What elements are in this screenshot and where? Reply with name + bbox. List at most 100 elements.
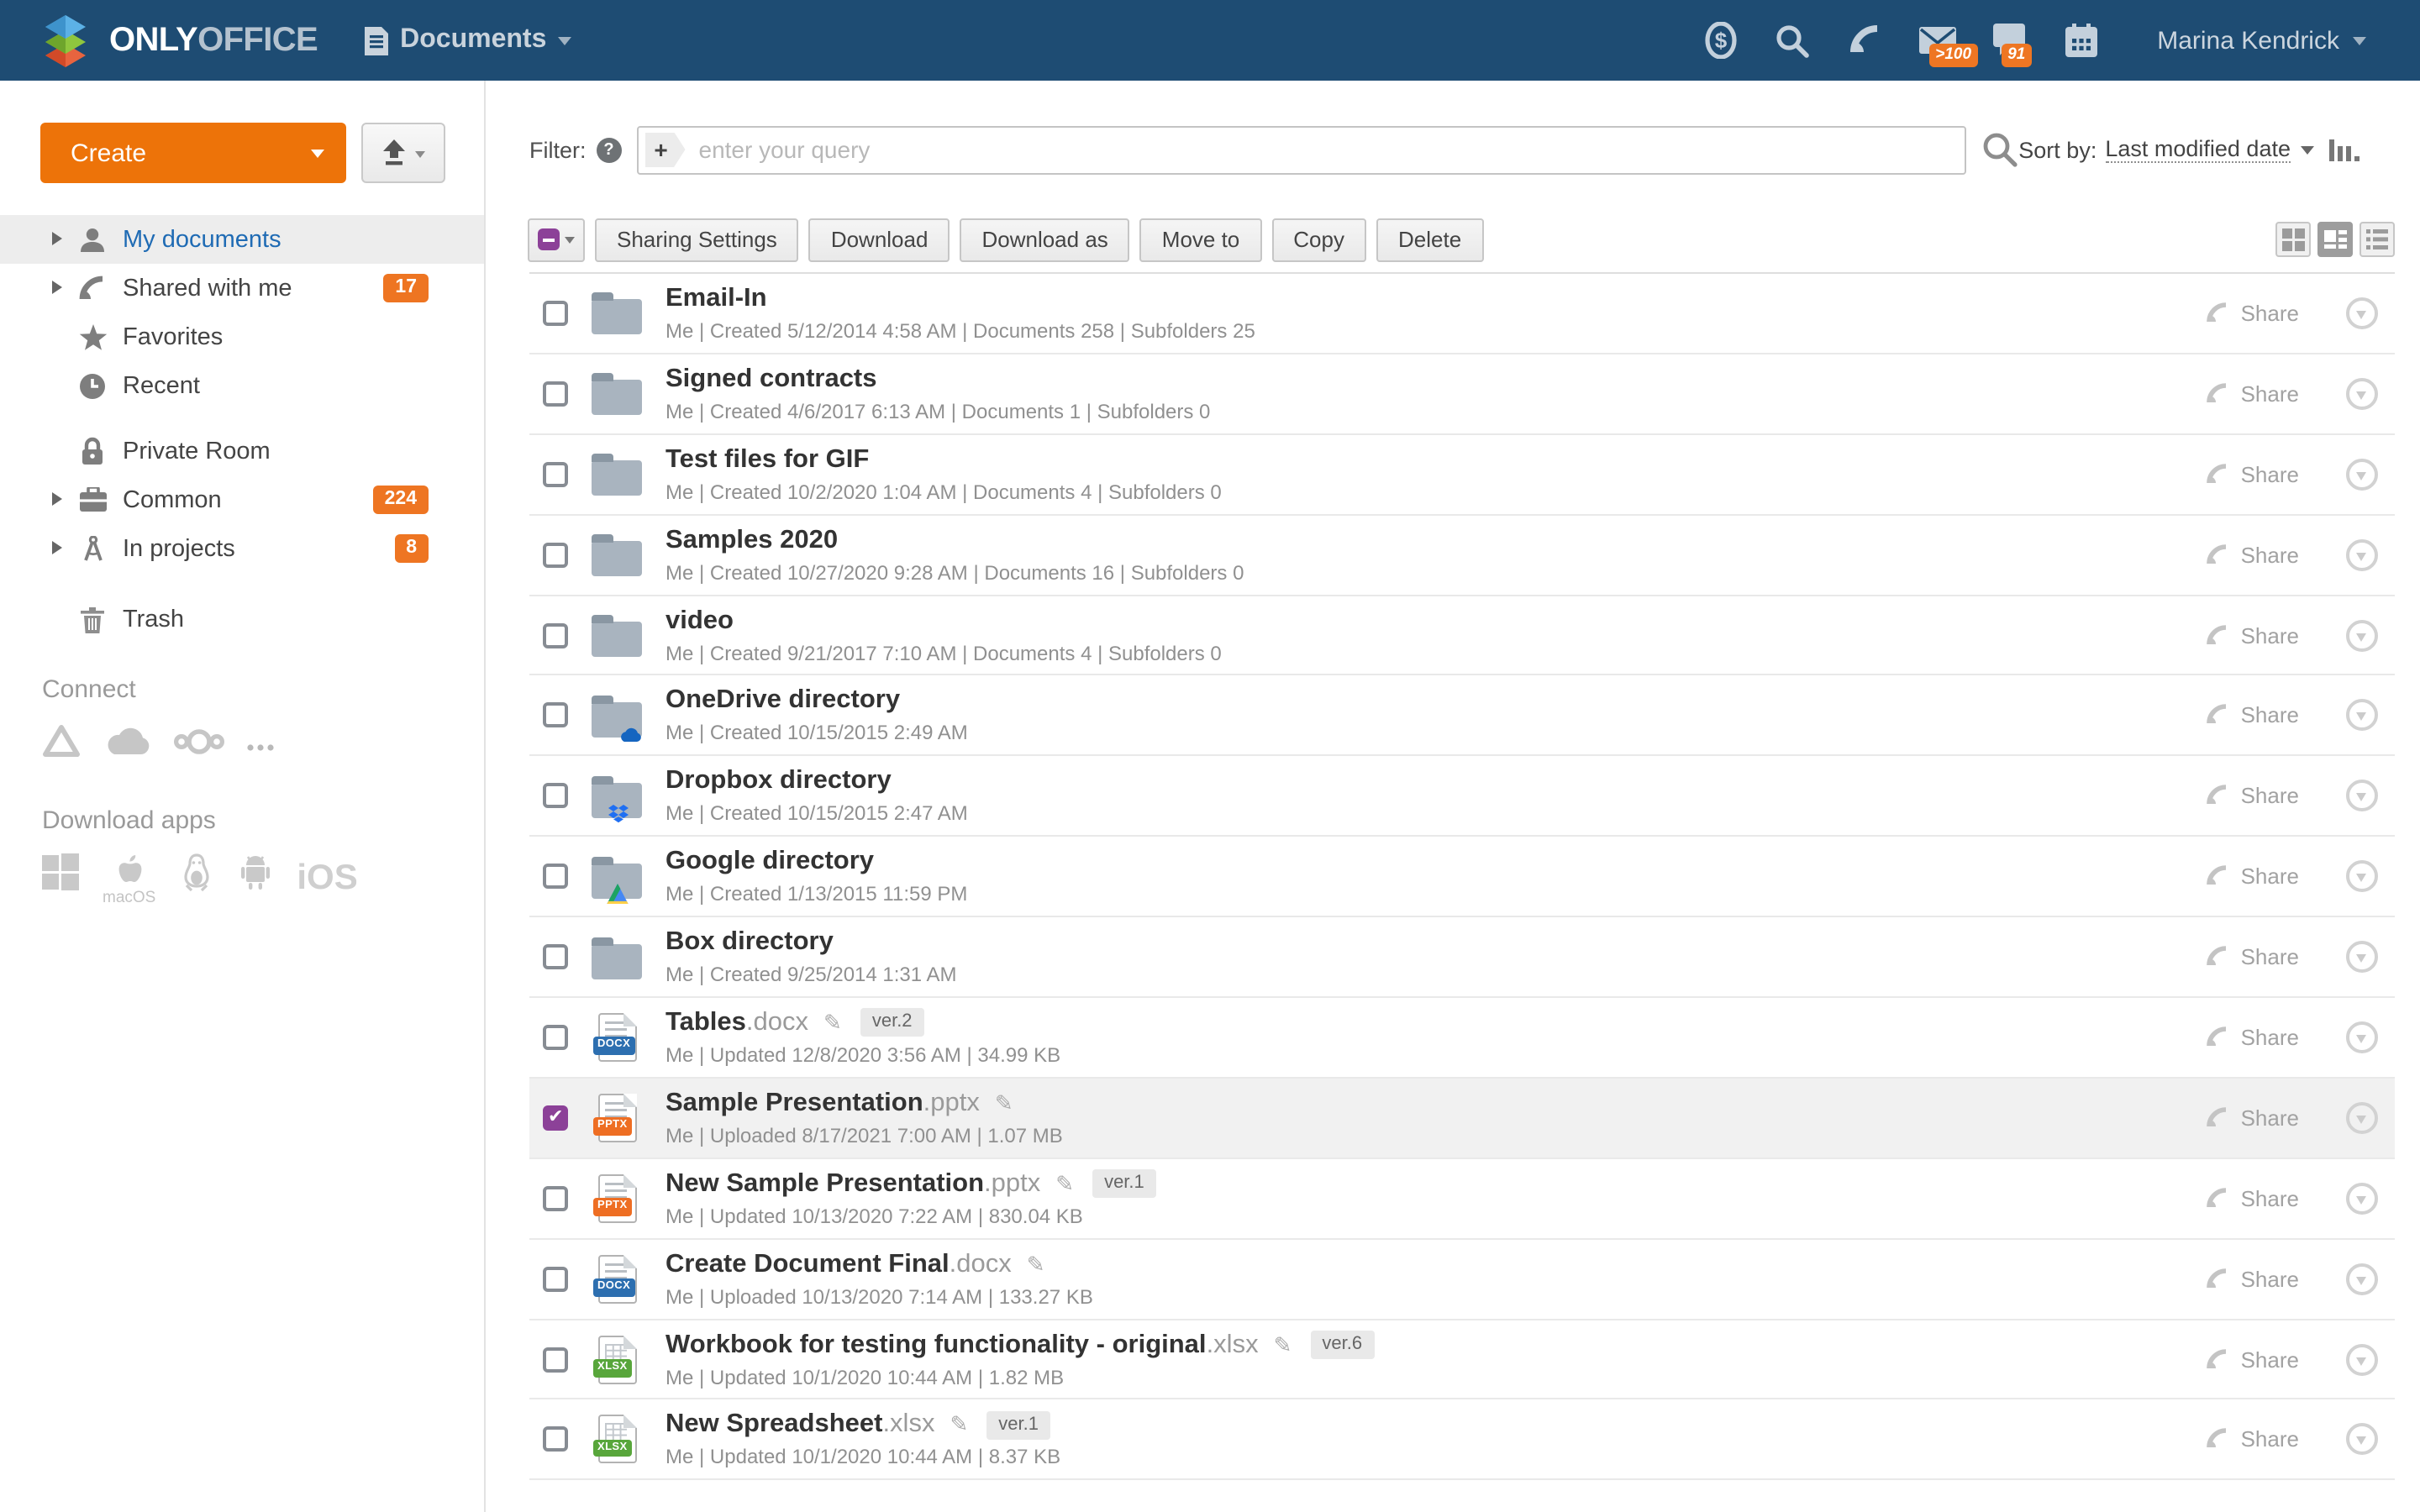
item-name[interactable]: Tables xyxy=(666,1008,746,1038)
upload-button[interactable] xyxy=(361,123,445,183)
calendar-icon[interactable] xyxy=(2063,22,2100,59)
file-row-sample-presentation[interactable]: PPTX Sample Presentation.pptx ✎ Me | Upl… xyxy=(529,1079,2395,1159)
row-menu-button[interactable] xyxy=(2346,297,2378,329)
folder-row-test-files-for-gif[interactable]: Test files for GIF Me | Created 10/2/202… xyxy=(529,435,2395,516)
item-name[interactable]: Create Document Final xyxy=(666,1249,950,1279)
user-menu[interactable]: Marina Kendrick xyxy=(2157,26,2366,55)
item-name[interactable]: Samples 2020 xyxy=(666,525,838,555)
share-button[interactable]: Share xyxy=(2207,461,2299,486)
search-icon[interactable] xyxy=(1981,131,2018,168)
create-button[interactable]: Create xyxy=(40,123,346,183)
row-checkbox[interactable] xyxy=(543,381,568,407)
share-button[interactable]: Share xyxy=(2207,1427,2299,1452)
file-row-create-document-final[interactable]: DOCX Create Document Final.docx ✎ Me | U… xyxy=(529,1239,2395,1320)
mail-icon[interactable]: >100 xyxy=(1918,22,1955,59)
item-name[interactable]: Box directory xyxy=(666,927,834,958)
version-badge[interactable]: ver.2 xyxy=(860,1009,924,1037)
item-name[interactable]: Sample Presentation xyxy=(666,1089,923,1119)
row-checkbox[interactable] xyxy=(543,1105,568,1131)
row-checkbox[interactable] xyxy=(543,461,568,486)
row-menu-button[interactable] xyxy=(2346,1263,2378,1294)
payments-icon[interactable]: $ xyxy=(1702,22,1739,59)
share-button[interactable]: Share xyxy=(2207,944,2299,969)
version-badge[interactable]: ver.1 xyxy=(1092,1169,1156,1198)
row-menu-button[interactable] xyxy=(2346,458,2378,490)
android-icon[interactable] xyxy=(236,853,273,890)
rename-icon[interactable]: ✎ xyxy=(950,1412,968,1439)
folder-row-dropbox-directory[interactable]: Dropbox directory Me | Created 10/15/201… xyxy=(529,757,2395,837)
item-name[interactable]: New Sample Presentation xyxy=(666,1168,984,1199)
feed-icon[interactable] xyxy=(1846,22,1883,59)
row-menu-button[interactable] xyxy=(2346,619,2378,651)
row-menu-button[interactable] xyxy=(2346,860,2378,892)
sort-value[interactable]: Last modified date xyxy=(2105,136,2291,163)
google-drive-icon[interactable] xyxy=(42,724,81,766)
row-menu-button[interactable] xyxy=(2346,780,2378,812)
chat-icon[interactable]: 91 xyxy=(1991,22,2028,59)
sidebar-item-recent[interactable]: Recent xyxy=(0,361,484,410)
share-button[interactable]: Share xyxy=(2207,301,2299,326)
item-name[interactable]: Signed contracts xyxy=(666,365,877,395)
row-menu-button[interactable] xyxy=(2346,538,2378,570)
share-button[interactable]: Share xyxy=(2207,1185,2299,1210)
onlyoffice-logo[interactable]: ONLYOFFICE xyxy=(37,14,318,66)
row-checkbox[interactable] xyxy=(543,1185,568,1210)
sidebar-item-trash[interactable]: Trash xyxy=(0,595,484,643)
nextcloud-icon[interactable] xyxy=(173,727,225,764)
select-all-button[interactable] xyxy=(528,218,585,261)
windows-icon[interactable] xyxy=(42,853,79,890)
file-row-new-sample-presentation[interactable]: PPTX New Sample Presentation.pptx ✎ ver.… xyxy=(529,1159,2395,1240)
row-menu-button[interactable] xyxy=(2346,1182,2378,1214)
view-thumbnails-button[interactable] xyxy=(2275,222,2311,257)
item-name[interactable]: video xyxy=(666,606,734,636)
rename-icon[interactable]: ✎ xyxy=(823,1010,842,1037)
toolbar-sharing-settings-button[interactable]: Sharing Settings xyxy=(595,218,799,261)
row-checkbox[interactable] xyxy=(543,784,568,809)
module-switcher[interactable]: Documents xyxy=(365,25,571,55)
share-button[interactable]: Share xyxy=(2207,1347,2299,1372)
share-button[interactable]: Share xyxy=(2207,1105,2299,1131)
row-menu-button[interactable] xyxy=(2346,1102,2378,1134)
sidebar-item-my-documents[interactable]: My documents xyxy=(0,215,484,264)
version-badge[interactable]: ver.6 xyxy=(1310,1331,1374,1359)
sidebar-item-private-room[interactable]: Private Room xyxy=(0,427,484,475)
share-button[interactable]: Share xyxy=(2207,1025,2299,1050)
expand-arrow-icon[interactable] xyxy=(52,281,69,294)
rename-icon[interactable]: ✎ xyxy=(995,1090,1013,1117)
row-menu-button[interactable] xyxy=(2346,378,2378,410)
row-menu-button[interactable] xyxy=(2346,1343,2378,1375)
toolbar-move-to-button[interactable]: Move to xyxy=(1140,218,1262,261)
file-row-tables[interactable]: DOCX Tables.docx ✎ ver.2 Me | Updated 12… xyxy=(529,998,2395,1079)
share-button[interactable]: Share xyxy=(2207,1266,2299,1291)
row-checkbox[interactable] xyxy=(543,1266,568,1291)
more-services-icon[interactable] xyxy=(247,730,274,760)
toolbar-copy-button[interactable]: Copy xyxy=(1271,218,1366,261)
expand-arrow-icon[interactable] xyxy=(52,541,69,554)
view-list-button[interactable] xyxy=(2360,222,2395,257)
folder-row-video[interactable]: video Me | Created 9/21/2017 7:10 AM | D… xyxy=(529,596,2395,676)
macos-icon[interactable]: macOS xyxy=(103,853,155,907)
sort-direction-icon[interactable] xyxy=(2329,137,2361,162)
sidebar-item-shared-with-me[interactable]: Shared with me 17 xyxy=(0,264,484,312)
version-badge[interactable]: ver.1 xyxy=(986,1411,1050,1440)
share-button[interactable]: Share xyxy=(2207,703,2299,728)
expand-arrow-icon[interactable] xyxy=(52,232,69,245)
item-name[interactable]: OneDrive directory xyxy=(666,686,900,717)
expand-arrow-icon[interactable] xyxy=(52,492,69,506)
row-menu-button[interactable] xyxy=(2346,1424,2378,1456)
view-tiles-button[interactable] xyxy=(2317,222,2353,257)
rename-icon[interactable]: ✎ xyxy=(1055,1170,1074,1197)
row-checkbox[interactable] xyxy=(543,542,568,567)
row-checkbox[interactable] xyxy=(543,1347,568,1372)
share-button[interactable]: Share xyxy=(2207,381,2299,407)
item-name[interactable]: Test files for GIF xyxy=(666,444,869,475)
folder-row-box-directory[interactable]: Box directory Me | Created 9/25/2014 1:3… xyxy=(529,917,2395,998)
file-row-new-spreadsheet[interactable]: XLSX New Spreadsheet.xlsx ✎ ver.1 Me | U… xyxy=(529,1400,2395,1481)
rename-icon[interactable]: ✎ xyxy=(1274,1331,1292,1358)
share-button[interactable]: Share xyxy=(2207,542,2299,567)
row-menu-button[interactable] xyxy=(2346,941,2378,973)
file-row-workbook-for-testing-functionality-original[interactable]: XLSX Workbook for testing functionality … xyxy=(529,1320,2395,1400)
row-menu-button[interactable] xyxy=(2346,1021,2378,1053)
onedrive-cloud-icon[interactable] xyxy=(103,726,151,764)
sidebar-item-in-projects[interactable]: In projects 8 xyxy=(0,524,484,573)
